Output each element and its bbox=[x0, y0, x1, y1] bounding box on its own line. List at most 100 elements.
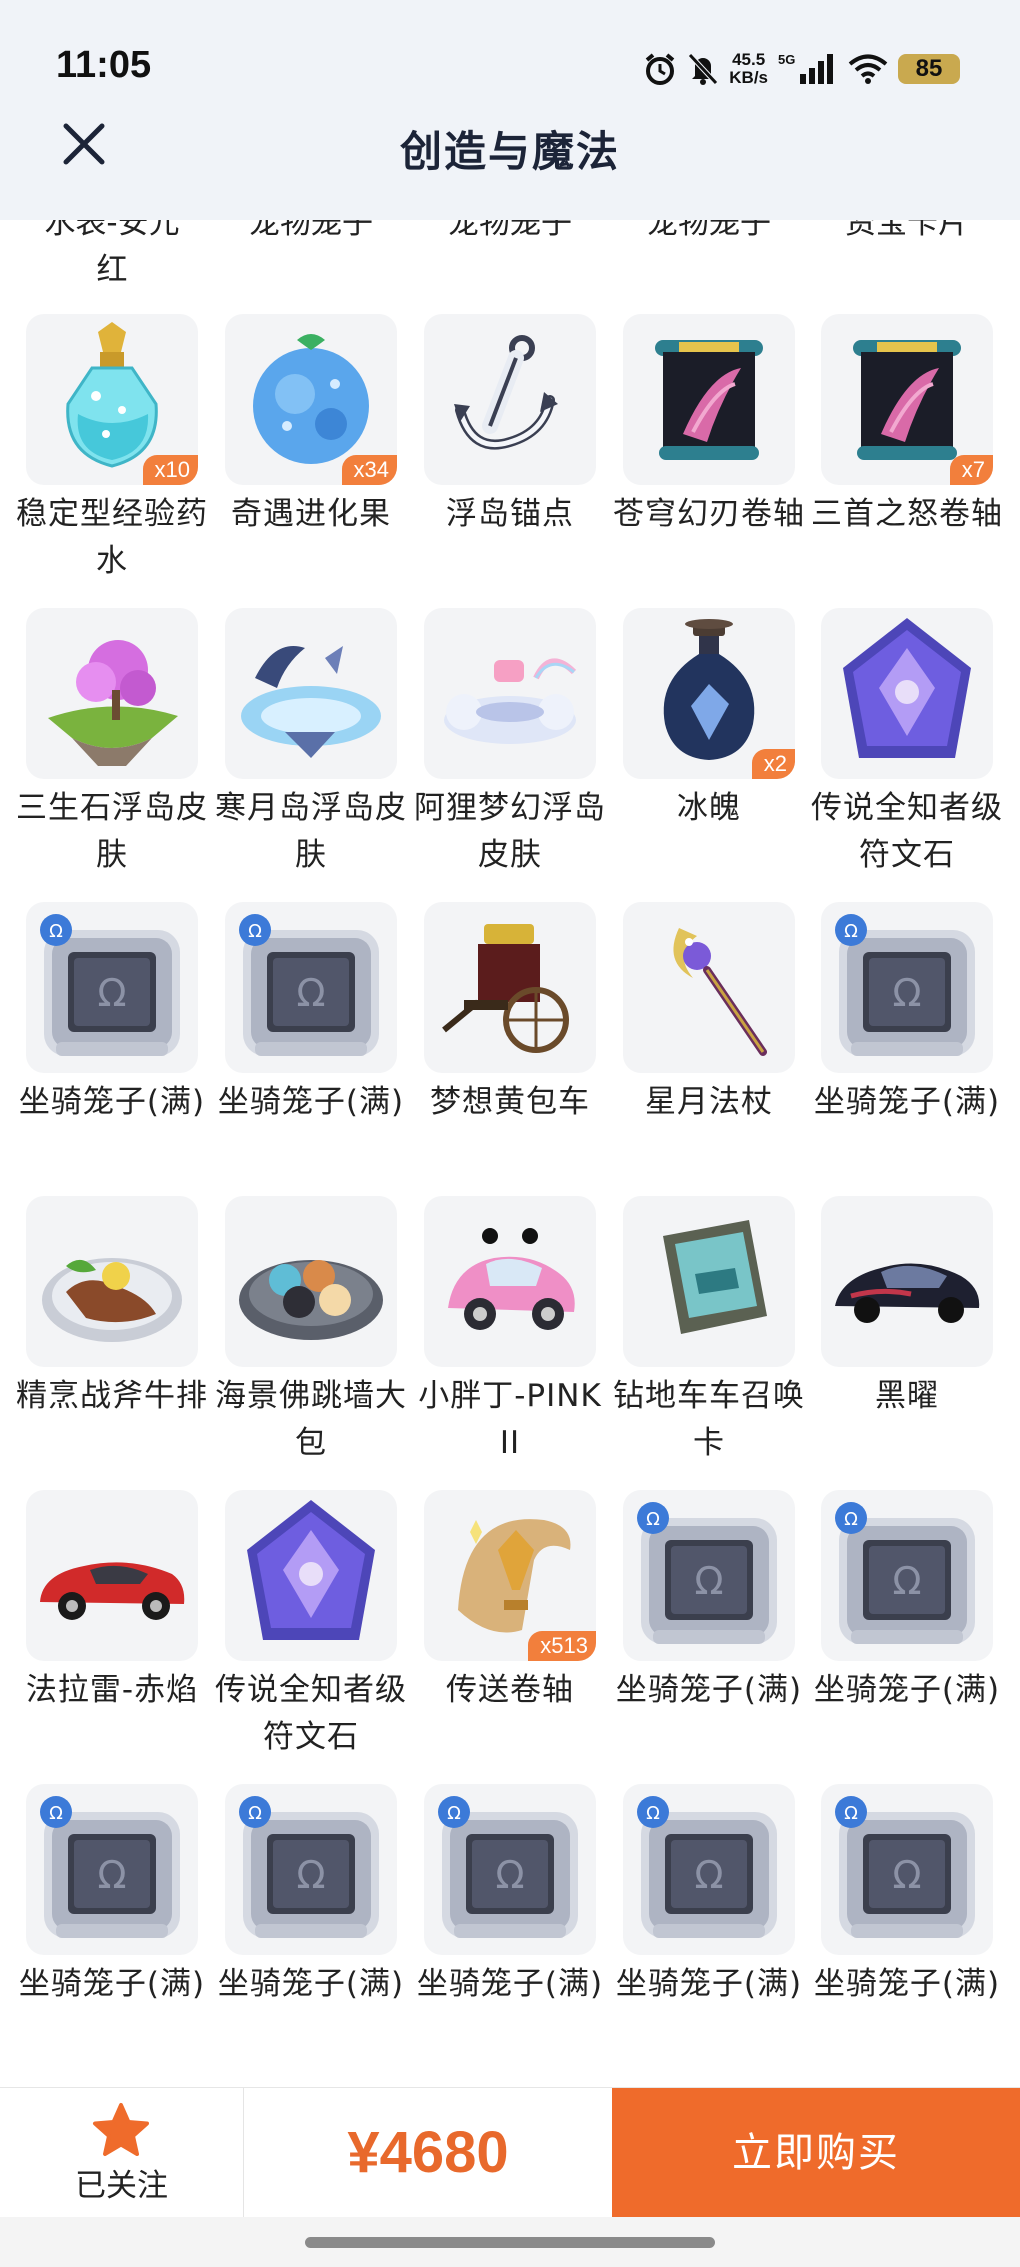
item-thumbnail[interactable]: Ω Ω bbox=[821, 902, 993, 1073]
mount-cage-icon: Ω Ω bbox=[637, 1502, 777, 1644]
mute-icon bbox=[688, 53, 719, 85]
anchor-icon bbox=[454, 335, 558, 450]
item-tile[interactable]: Ω Ω 坐骑笼子(满) bbox=[19, 902, 204, 1126]
home-indicator bbox=[0, 2217, 1020, 2267]
item-tile[interactable]: Ω Ω 坐骑笼子(满) bbox=[616, 1784, 801, 2008]
item-tile[interactable]: 阿狸梦幻浮岛皮肤 bbox=[414, 608, 605, 879]
item-thumbnail[interactable] bbox=[424, 608, 596, 779]
item-name: 坐骑笼子(满) bbox=[416, 1966, 604, 2002]
buy-now-button[interactable]: 立即购买 bbox=[612, 2088, 1020, 2218]
item-thumbnail[interactable] bbox=[623, 314, 795, 485]
item-thumbnail[interactable]: x34 bbox=[225, 314, 397, 485]
item-tile[interactable]: Ω Ω 坐骑笼子(满) bbox=[417, 1784, 602, 2008]
price: ¥4680 bbox=[347, 2120, 509, 2185]
item-thumbnail[interactable] bbox=[26, 1196, 198, 1367]
item-name: 黑曜 bbox=[875, 1378, 939, 1414]
mount-cage-icon: Ω Ω bbox=[438, 1796, 578, 1938]
item-thumbnail[interactable] bbox=[26, 608, 198, 779]
item-thumbnail[interactable]: Ω Ω bbox=[821, 1490, 993, 1661]
buns-icon bbox=[239, 1260, 383, 1340]
item-name: 坐骑笼子(满) bbox=[615, 1672, 803, 1708]
item-thumbnail[interactable] bbox=[225, 1490, 397, 1661]
net-speed: 45.5 KB/s bbox=[729, 50, 768, 87]
follow-button[interactable]: 已关注 bbox=[0, 2088, 243, 2218]
item-tile[interactable]: x10 稳定型经验药水 bbox=[16, 314, 207, 585]
item-thumbnail[interactable] bbox=[424, 1196, 596, 1367]
item-name: 浮岛锚点 bbox=[446, 496, 574, 532]
red-car-icon bbox=[40, 1562, 185, 1620]
item-name: 精烹战斧牛排 bbox=[16, 1378, 208, 1414]
item-tile[interactable]: 三生石浮岛皮肤 bbox=[16, 608, 207, 879]
svg-text:5G: 5G bbox=[778, 52, 795, 67]
item-tile[interactable]: 小胖丁-PINK II bbox=[418, 1196, 601, 1467]
item-tile[interactable]: Ω Ω 坐骑笼子(满) bbox=[218, 902, 403, 1126]
island-cloud-icon bbox=[444, 658, 577, 744]
item-name: 冰魄 bbox=[677, 790, 741, 826]
svg-text:Ω: Ω bbox=[97, 1853, 126, 1897]
staff-icon bbox=[673, 928, 767, 1056]
item-name: 法拉雷-赤焰 bbox=[25, 1672, 199, 1708]
item-thumbnail[interactable] bbox=[623, 1196, 795, 1367]
item-tile[interactable]: 海景佛跳墙大包 bbox=[215, 1196, 406, 1467]
item-tile[interactable]: Ω Ω 坐骑笼子(满) bbox=[218, 1784, 403, 2008]
item-thumbnail[interactable]: x513 bbox=[424, 1490, 596, 1661]
item-tile[interactable]: Ω Ω 坐骑笼子(满) bbox=[814, 1490, 999, 1714]
item-tile[interactable]: 法拉雷-赤焰 bbox=[26, 1490, 198, 1714]
item-thumbnail[interactable]: Ω Ω bbox=[225, 902, 397, 1073]
mount-cage-icon: Ω Ω bbox=[835, 914, 975, 1056]
item-thumbnail[interactable] bbox=[623, 902, 795, 1073]
item-name: 传说全知者级符文石 bbox=[215, 1672, 407, 1755]
item-tile[interactable]: 传说全知者级符文石 bbox=[811, 608, 1002, 879]
item-thumbnail[interactable] bbox=[225, 1196, 397, 1367]
item-tile[interactable]: 浮岛锚点 bbox=[424, 314, 596, 538]
home-bar[interactable] bbox=[305, 2237, 715, 2248]
item-thumbnail[interactable]: Ω Ω bbox=[623, 1784, 795, 1955]
item-tile[interactable]: 传说全知者级符文石 bbox=[215, 1490, 406, 1761]
mount-cage-icon: Ω Ω bbox=[40, 914, 180, 1056]
item-name: 传说全知者级符文石 bbox=[811, 790, 1003, 873]
item-tile[interactable]: 苍穹幻刃卷轴 bbox=[613, 314, 804, 538]
item-thumbnail[interactable] bbox=[225, 608, 397, 779]
svg-text:Ω: Ω bbox=[296, 971, 325, 1015]
item-tile[interactable]: x34 奇遇进化果 bbox=[225, 314, 397, 538]
item-thumbnail[interactable] bbox=[821, 1196, 993, 1367]
item-tile[interactable]: 精烹战斧牛排 bbox=[16, 1196, 207, 1420]
item-thumbnail[interactable] bbox=[821, 608, 993, 779]
item-tile[interactable]: 钻地车车召唤卡 bbox=[613, 1196, 804, 1467]
pink-car-icon bbox=[448, 1228, 575, 1330]
item-tile[interactable]: Ω Ω 坐骑笼子(满) bbox=[814, 1784, 999, 2008]
item-tile[interactable]: 黑曜 bbox=[821, 1196, 993, 1420]
mount-cage-icon: Ω Ω bbox=[239, 1796, 379, 1938]
item-name: 小胖丁-PINK II bbox=[418, 1378, 602, 1461]
item-tile[interactable]: x513 传送卷轴 bbox=[424, 1490, 596, 1714]
item-thumbnail[interactable]: x2 bbox=[623, 608, 795, 779]
item-thumbnail[interactable] bbox=[424, 314, 596, 485]
item-tile[interactable]: Ω Ω 坐骑笼子(满) bbox=[616, 1490, 801, 1714]
item-tile[interactable]: 寒月岛浮岛皮肤 bbox=[215, 608, 406, 879]
item-thumbnail[interactable]: Ω Ω bbox=[225, 1784, 397, 1955]
item-tile[interactable]: 梦想黄包车 bbox=[424, 902, 596, 1126]
item-tile[interactable]: Ω Ω 坐骑笼子(满) bbox=[814, 902, 999, 1126]
item-thumbnail[interactable]: Ω Ω bbox=[821, 1784, 993, 1955]
item-thumbnail[interactable]: x7 bbox=[821, 314, 993, 485]
item-thumbnail[interactable]: Ω Ω bbox=[424, 1784, 596, 1955]
svg-text:Ω: Ω bbox=[694, 1559, 723, 1603]
item-tile[interactable]: x7 三首之怒卷轴 bbox=[811, 314, 1002, 538]
item-thumbnail[interactable]: Ω Ω bbox=[26, 1784, 198, 1955]
item-tile[interactable]: 星月法杖 bbox=[623, 902, 795, 1126]
item-thumbnail[interactable] bbox=[26, 1490, 198, 1661]
item-tile[interactable]: Ω Ω 坐骑笼子(满) bbox=[19, 1784, 204, 2008]
mount-cage-icon: Ω Ω bbox=[239, 914, 379, 1056]
item-thumbnail[interactable]: Ω Ω bbox=[26, 902, 198, 1073]
item-name: 奇遇进化果 bbox=[231, 496, 391, 532]
rune-stone-icon bbox=[843, 618, 971, 758]
scroll-icon bbox=[655, 340, 763, 460]
item-thumbnail[interactable]: x10 bbox=[26, 314, 198, 485]
item-name: 寒月岛浮岛皮肤 bbox=[215, 790, 407, 873]
item-tile[interactable]: x2 冰魄 bbox=[623, 608, 795, 832]
svg-text:Ω: Ω bbox=[97, 971, 126, 1015]
item-thumbnail[interactable] bbox=[424, 902, 596, 1073]
svg-text:Ω: Ω bbox=[892, 971, 921, 1015]
item-thumbnail[interactable]: Ω Ω bbox=[623, 1490, 795, 1661]
item-name: 传送卷轴 bbox=[446, 1672, 574, 1708]
